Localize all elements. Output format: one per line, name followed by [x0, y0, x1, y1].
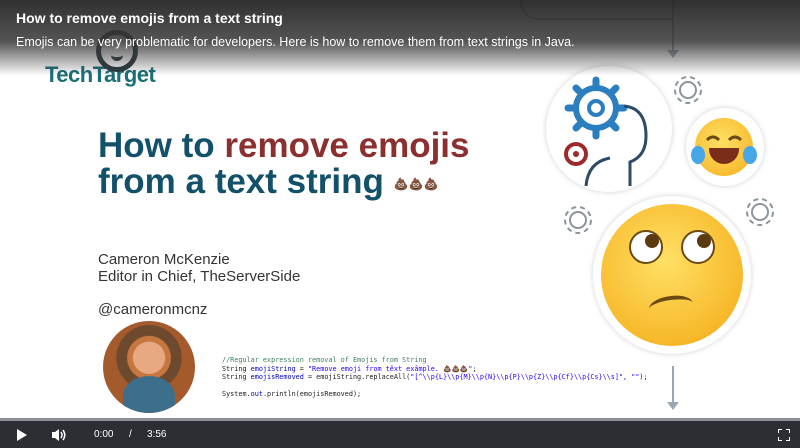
author-name: Cameron McKenzie	[98, 251, 230, 268]
eye-roll-emoji-icon	[601, 204, 743, 346]
gear-icon	[564, 206, 592, 234]
code-token: out	[250, 390, 263, 399]
video-player[interactable]: TechTarget How to remove emojis from a t…	[0, 0, 800, 420]
video-title[interactable]: How to remove emojis from a text string	[16, 10, 283, 26]
code-token: ;	[472, 364, 477, 373]
arrow-down-icon	[667, 402, 679, 410]
code-token: System.	[222, 390, 251, 399]
slide-title: How to remove emojis from a text string …	[98, 128, 470, 202]
poop-emoji-icon: 💩💩💩	[393, 176, 439, 191]
code-token: String	[222, 364, 251, 373]
duration: 3:56	[147, 429, 167, 440]
slide-title-line2: from a text string	[98, 162, 384, 201]
slide-title-accent: remove emojis	[224, 126, 470, 165]
fullscreen-icon	[778, 429, 790, 441]
code-token: = emojiString.replaceAll(	[303, 373, 411, 382]
code-token: );	[639, 373, 648, 382]
code-token: =	[295, 364, 308, 373]
code-token: "[^\\p{L}\\p{M}\\p{N}\\p{P}\\p{Z}\\p{Cf}…	[410, 373, 640, 382]
author-handle: @cameronmcnz	[98, 301, 208, 318]
code-token: String	[222, 373, 251, 382]
play-button[interactable]	[12, 425, 32, 445]
connector-line	[672, 366, 674, 404]
volume-button[interactable]	[48, 425, 70, 445]
gear-icon	[674, 76, 702, 104]
gear-icon	[746, 198, 774, 226]
current-time: 0:00	[94, 429, 114, 440]
laughing-emoji-icon	[691, 118, 757, 176]
author-avatar	[103, 321, 195, 413]
author-role: Editor in Chief, TheServerSide	[98, 268, 301, 285]
user-gear-circle	[546, 66, 672, 192]
time-separator: /	[129, 429, 132, 440]
slide-title-part1: How to	[98, 126, 225, 165]
code-snippet: //Regular expression removal of Emojis f…	[222, 356, 648, 399]
code-token: emojiString	[250, 364, 296, 373]
video-description: Emojis can be very problematic for devel…	[16, 35, 575, 49]
code-token: emojisRemoved	[250, 373, 304, 382]
volume-icon	[52, 429, 66, 441]
code-token: .println(emojisRemoved);	[262, 390, 362, 399]
user-gear-icon	[564, 76, 648, 187]
control-bar: 0:00 / 3:56	[0, 421, 800, 448]
fullscreen-button[interactable]	[774, 425, 794, 445]
code-token: "Remove emoji from têxt exâmple. 💩💩💩"	[307, 364, 473, 373]
code-comment: //Regular expression removal of Emojis f…	[222, 356, 427, 364]
